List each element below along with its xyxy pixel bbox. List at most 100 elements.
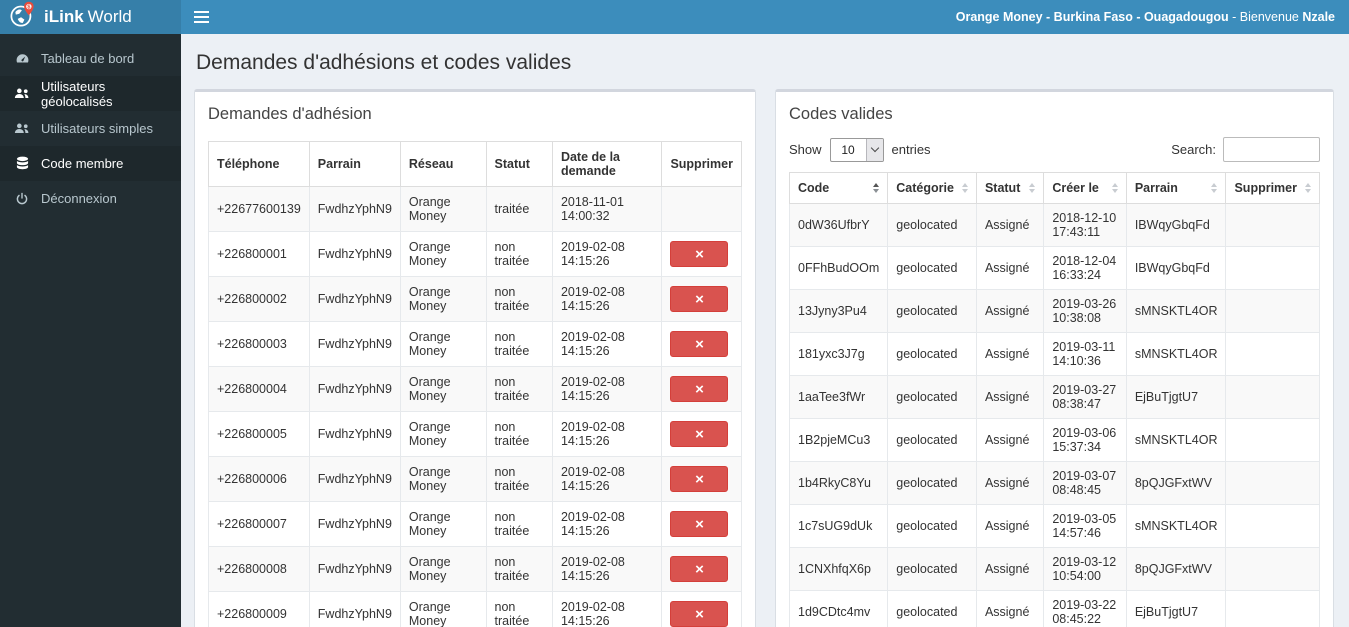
cell-statut: non traitée — [485, 231, 553, 277]
brand-rest: World — [87, 7, 132, 26]
cell-code: 0dW36UfbrY — [788, 203, 889, 247]
delete-demande-button[interactable]: × — [670, 601, 729, 627]
cell-telephone: +226800007 — [208, 501, 310, 547]
cell-statut: non traitée — [485, 591, 553, 627]
cell-telephone: +22677600139 — [208, 186, 310, 232]
cell-date: 2019-02-08 14:15:26 — [551, 411, 663, 457]
page-length-value: 10 — [841, 142, 855, 157]
cell-parrain: FwdhzYphN9 — [308, 366, 401, 412]
cell-supprimer: × — [661, 501, 742, 547]
cell-telephone: +226800005 — [208, 411, 310, 457]
demandes-col-reseau: Réseau — [399, 141, 487, 187]
cell-date: 2019-02-08 14:15:26 — [551, 546, 663, 592]
code-row: 1aaTee3fWr geolocated Assigné 2019-03-27 08… — [788, 375, 1320, 419]
delete-demande-button[interactable]: × — [670, 466, 729, 492]
cell-reseau: Orange Money — [399, 501, 487, 547]
demandes-panel: Demandes d'adhésion Téléphone Parrain Ré… — [194, 89, 756, 627]
demande-row: +226800006 FwdhzYphN9 Orange Money non trai… — [208, 456, 742, 502]
cell-code: 1CNXhfqX6p — [788, 547, 889, 591]
cell-categorie: geolocated — [887, 246, 977, 290]
codes-col-code[interactable]: Code — [788, 172, 889, 204]
cell-supprimer — [661, 186, 742, 232]
codes-col-parrain[interactable]: Parrain — [1125, 172, 1227, 204]
demande-row: +226800002 FwdhzYphN9 Orange Money non trai… — [208, 276, 742, 322]
delete-demande-button[interactable]: × — [670, 331, 729, 357]
code-row: 1b4RkyC8Yu geolocated Assigné 2019-03-07 08… — [788, 461, 1320, 505]
codes-col-supprimer[interactable]: Supprimer — [1225, 172, 1320, 204]
cell-date: 2019-02-08 14:15:26 — [551, 591, 663, 627]
cell-statut: Assigné — [975, 590, 1045, 627]
demandes-col-supprimer: Supprimer — [661, 141, 742, 187]
cell-supprimer — [1225, 332, 1320, 376]
sidebar-item-tableau-de-bord[interactable]: Tableau de bord — [0, 41, 181, 76]
cell-categorie: geolocated — [887, 547, 977, 591]
cell-code: 0FFhBudOOm — [788, 246, 889, 290]
cell-supprimer: × — [661, 366, 742, 412]
cell-reseau: Orange Money — [399, 321, 487, 367]
sidebar-item-utilisateurs-geolocalises[interactable]: Utilisateurs géolocalisés — [0, 76, 181, 111]
sidebar-menu: Tableau de bord Utilisateurs géolocalisés… — [0, 41, 181, 216]
hamburger-icon — [193, 11, 209, 13]
cell-creer-le: 2019-03-06 15:37:34 — [1043, 418, 1127, 462]
users-icon — [14, 122, 30, 135]
entries-label: entries — [891, 142, 931, 157]
cell-reseau: Orange Money — [399, 456, 487, 502]
cell-parrain: IBWqyGbqFd — [1125, 203, 1227, 247]
topbar-username: Nzale — [1302, 10, 1335, 24]
codes-panel-title: Codes valides — [789, 105, 893, 123]
demande-row: +226800003 FwdhzYphN9 Orange Money non trai… — [208, 321, 742, 367]
cell-date: 2019-02-08 14:15:26 — [551, 321, 663, 367]
codes-col-categorie[interactable]: Catégorie — [887, 172, 977, 204]
codes-col-statut[interactable]: Statut — [975, 172, 1045, 204]
cell-statut: non traitée — [485, 411, 553, 457]
cell-creer-le: 2019-03-12 10:54:00 — [1043, 547, 1127, 591]
cell-supprimer: × — [661, 411, 742, 457]
sidebar-item-label: Déconnexion — [41, 191, 117, 206]
delete-demande-button[interactable]: × — [670, 286, 729, 312]
page-length-select[interactable]: 10 — [829, 137, 884, 162]
delete-demande-button[interactable]: × — [670, 556, 729, 582]
cell-parrain: FwdhzYphN9 — [308, 546, 401, 592]
cell-parrain: IBWqyGbqFd — [1125, 246, 1227, 290]
cell-statut: non traitée — [485, 276, 553, 322]
cell-code: 1d9CDtc4mv — [788, 590, 889, 627]
cell-statut: Assigné — [975, 332, 1045, 376]
cell-date: 2019-02-08 14:15:26 — [551, 276, 663, 322]
codes-col-creer-le[interactable]: Créer le — [1043, 172, 1127, 204]
sort-icon — [961, 183, 968, 193]
main-content: Demandes d'adhésions et codes valides De… — [181, 34, 1349, 627]
cell-supprimer: × — [661, 276, 742, 322]
delete-demande-button[interactable]: × — [670, 421, 729, 447]
cell-supprimer — [1225, 590, 1320, 627]
cell-statut: Assigné — [975, 547, 1045, 591]
delete-demande-button[interactable]: × — [670, 241, 729, 267]
cell-reseau: Orange Money — [399, 411, 487, 457]
sidebar-item-deconnexion[interactable]: Déconnexion — [0, 181, 181, 216]
cell-parrain: sMNSKTL4OR — [1125, 289, 1227, 333]
sidebar-item-utilisateurs-simples[interactable]: Utilisateurs simples — [0, 111, 181, 146]
cell-categorie: geolocated — [887, 375, 977, 419]
code-row: 1d9CDtc4mv geolocated Assigné 2019-03-22 08… — [788, 590, 1320, 627]
cell-parrain: 8pQJGFxtWV — [1125, 547, 1227, 591]
cell-telephone: +226800001 — [208, 231, 310, 277]
ilink-globe-pin-logo-icon: $ — [9, 1, 36, 33]
cell-statut: Assigné — [975, 461, 1045, 505]
cell-parrain: sMNSKTL4OR — [1125, 418, 1227, 462]
delete-demande-button[interactable]: × — [670, 511, 729, 537]
cell-parrain: sMNSKTL4OR — [1125, 332, 1227, 376]
sidebar-toggle-button[interactable] — [181, 0, 221, 34]
search-input[interactable] — [1223, 137, 1320, 162]
app-logo[interactable]: $ iLink World — [0, 0, 181, 34]
demandes-col-telephone: Téléphone — [208, 141, 310, 187]
brand-title: iLink World — [44, 7, 132, 27]
cell-categorie: geolocated — [887, 332, 977, 376]
sidebar-item-code-membre[interactable]: Code membre — [0, 146, 181, 181]
topbar-location: Orange Money - Burkina Faso - Ouagadougo… — [955, 10, 1229, 24]
cell-date: 2019-02-08 14:15:26 — [551, 456, 663, 502]
cell-code: 1B2pjeMCu3 — [788, 418, 889, 462]
delete-demande-button[interactable]: × — [670, 376, 729, 402]
cell-categorie: geolocated — [887, 504, 977, 548]
codes-table: Code Catégorie Statut Créer le Parrain S… — [788, 172, 1320, 627]
cell-statut: non traitée — [485, 456, 553, 502]
cell-parrain: FwdhzYphN9 — [308, 411, 401, 457]
